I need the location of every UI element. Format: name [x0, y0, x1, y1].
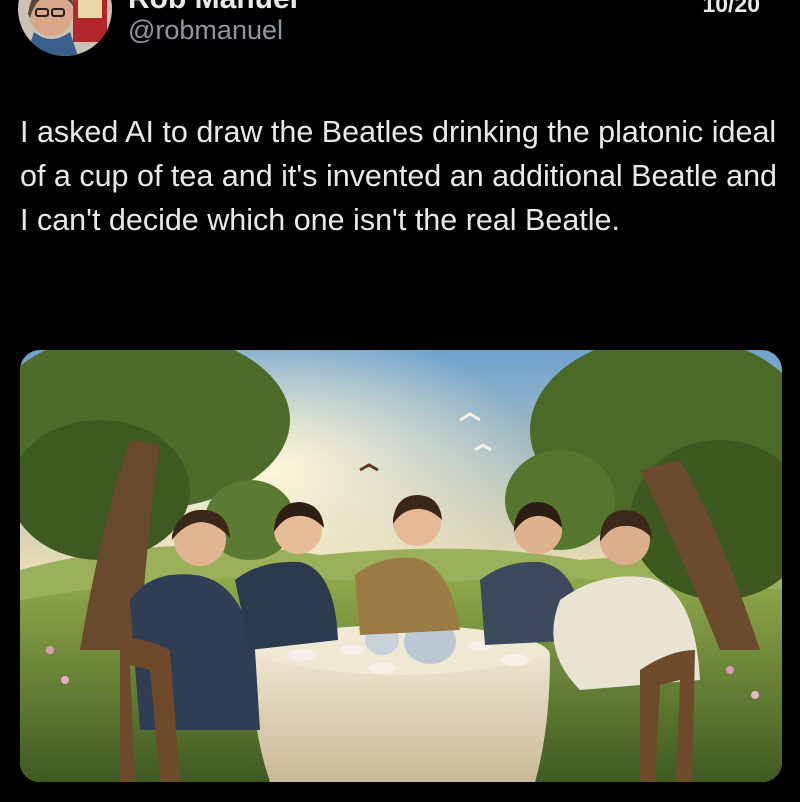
tweet-image[interactable] [20, 350, 782, 782]
avatar[interactable] [18, 0, 112, 56]
author-display-name[interactable]: Rob Manuel [128, 0, 298, 16]
thread-counter: 10/20 [702, 0, 760, 17]
tweet-text: I asked AI to draw the Beatles drinking … [20, 115, 778, 237]
author-handle[interactable]: @robmanuel [128, 15, 283, 46]
